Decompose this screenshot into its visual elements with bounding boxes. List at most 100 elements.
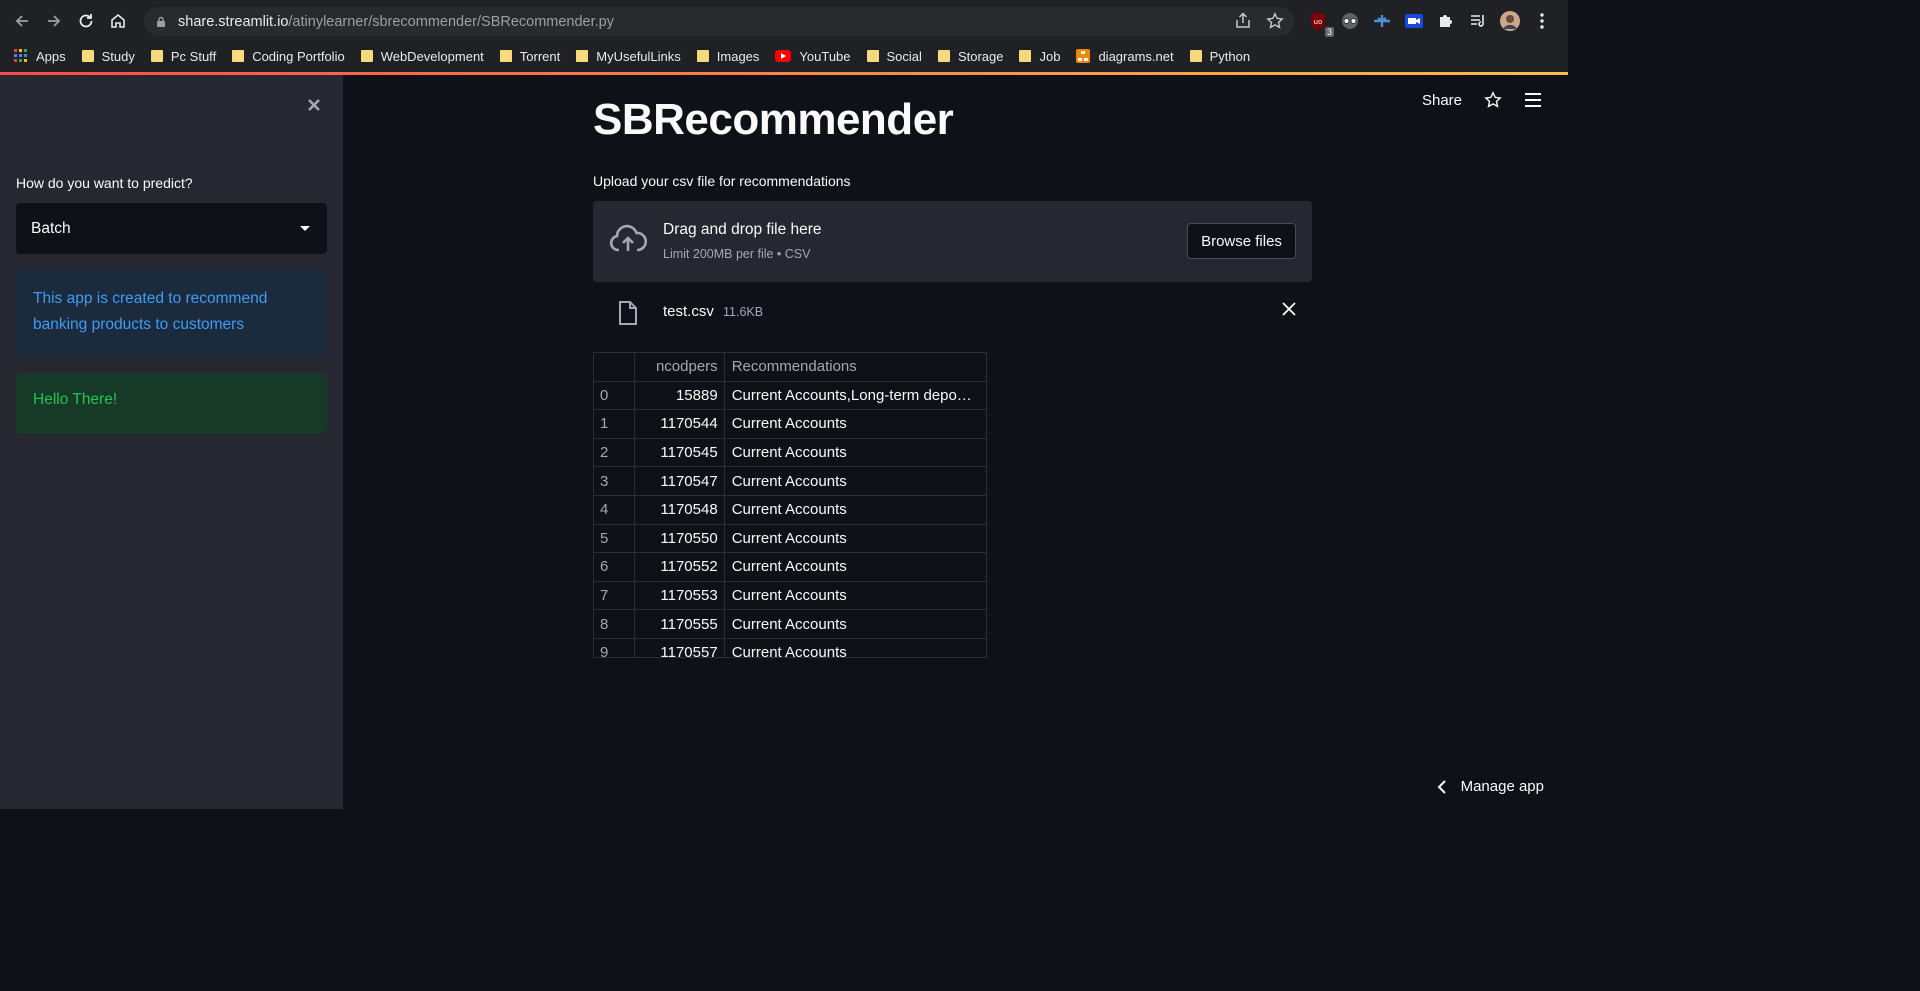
bookmark-label: YouTube	[799, 48, 851, 64]
recommendations-cell: Current Accounts	[731, 644, 847, 658]
bookmark-label: Coding Portfolio	[252, 48, 345, 64]
ncodpers-cell: 1170550	[635, 524, 725, 553]
bookmark-item[interactable]: Job	[1019, 49, 1060, 64]
bookmark-item[interactable]: Coding Portfolio	[232, 49, 345, 64]
table-row[interactable]: 4 1170548 Current Accounts	[594, 495, 986, 525]
ncodpers-cell: 1170547	[635, 467, 725, 495]
apps-grid-icon	[14, 49, 28, 63]
bookmark-label: MyUsefulLinks	[596, 48, 681, 64]
manage-app-button[interactable]: Manage app	[1437, 778, 1544, 795]
table-row[interactable]: 7 1170553 Current Accounts	[594, 581, 986, 611]
folder-icon	[81, 50, 94, 62]
table-header-cell[interactable]: ncodpers	[635, 353, 725, 381]
bookmark-item[interactable]: Study	[81, 49, 135, 64]
bookmark-label: diagrams.net	[1098, 48, 1174, 64]
table-row[interactable]: 8 1170555 Current Accounts	[594, 610, 986, 639]
uploaded-file-name: test.csv	[663, 303, 714, 320]
browser-menu-button[interactable]	[1530, 9, 1554, 33]
forward-button[interactable]	[38, 5, 70, 37]
kebab-menu-icon	[1540, 13, 1544, 29]
share-page-icon[interactable]	[1234, 12, 1252, 30]
recommendations-cell: Current Accounts	[731, 415, 847, 433]
sidebar: How do you want to predict? Batch This a…	[0, 75, 343, 809]
forward-arrow-icon	[48, 15, 61, 27]
row-index-cell: 2	[594, 438, 635, 467]
reading-list-button[interactable]	[1466, 9, 1490, 33]
share-button[interactable]: Share	[1422, 92, 1462, 109]
recommendations-table[interactable]: ncodpers Recommendations 0 15889 Current Acc…	[593, 352, 987, 658]
diagrams-icon	[1076, 49, 1091, 63]
bookmark-label: Pc Stuff	[170, 48, 217, 64]
table-header-cell[interactable]	[594, 353, 635, 381]
home-button[interactable]	[102, 5, 134, 37]
bookmark-item[interactable]: Apps	[14, 49, 66, 64]
bookmark-item[interactable]: Torrent	[499, 48, 561, 64]
bookmark-item[interactable]: MyUsefulLinks	[576, 49, 681, 64]
recommendations-cell: Current Accounts	[731, 615, 847, 633]
bookmark-item[interactable]: WebDevelopment	[360, 49, 484, 64]
avatar-icon	[1500, 11, 1520, 31]
bookmark-item[interactable]: diagrams.net	[1076, 48, 1174, 64]
bookmark-item[interactable]: Storage	[937, 48, 1004, 64]
home-icon	[111, 13, 125, 28]
bookmark-item[interactable]: Python	[1189, 49, 1250, 64]
uploaded-file-size: 11.6KB	[723, 305, 764, 319]
bookmark-item[interactable]: YouTube	[775, 48, 851, 64]
ublock-extension[interactable]: uo 3	[1306, 9, 1334, 37]
ncodpers-cell: 1170555	[635, 610, 725, 638]
bookmark-item[interactable]: Pc Stuff	[150, 48, 217, 64]
glasses-extension[interactable]	[1338, 9, 1362, 33]
row-index-cell: 7	[594, 581, 635, 610]
ncodpers-cell: 15889	[635, 381, 725, 410]
back-button[interactable]	[6, 5, 38, 37]
table-row[interactable]: 9 1170557 Current Accounts	[594, 638, 986, 658]
bookmark-label: Storage	[957, 48, 1004, 64]
bookmark-item[interactable]: Images	[696, 49, 759, 64]
folder-icon	[696, 50, 709, 62]
browse-files-button[interactable]: Browse files	[1187, 223, 1296, 259]
cloud-upload-icon	[609, 224, 647, 254]
recommendations-cell: Current Accounts	[731, 558, 847, 576]
file-dropzone[interactable]: Drag and drop file here Limit 200MB per …	[593, 201, 1312, 282]
reload-button[interactable]	[70, 5, 102, 37]
bookmarks-bar: Apps Study Pc Stuff Coding Portfolio WebDeve…	[0, 42, 1568, 70]
folder-icon	[1019, 50, 1032, 62]
ncodpers-cell: 1170548	[635, 495, 725, 524]
table-row[interactable]: 5 1170550 Current Accounts	[594, 524, 986, 554]
row-index-cell: 4	[594, 495, 635, 524]
recommendations-cell: Current Accounts	[731, 444, 847, 462]
bookmark-item[interactable]: Social	[866, 49, 922, 64]
bookmark-label: Apps	[36, 48, 66, 64]
table-row[interactable]: 3 1170547 Current Accounts	[594, 467, 986, 496]
chevron-left-icon	[1437, 779, 1446, 794]
remove-file-button[interactable]	[1282, 302, 1296, 316]
table-row[interactable]: 1 1170544 Current Accounts	[594, 410, 986, 439]
table-row[interactable]: 0 15889 Current Accounts,Long-term depo…	[594, 381, 986, 411]
vpn-extension[interactable]	[1370, 9, 1394, 33]
folder-icon	[1189, 50, 1202, 62]
close-sidebar-button[interactable]	[302, 93, 326, 117]
extensions-button[interactable]	[1434, 9, 1458, 33]
star-icon[interactable]	[1484, 91, 1502, 109]
recommendations-cell: Current Accounts	[731, 587, 847, 605]
dropzone-limit-text: Limit 200MB per file • CSV	[663, 247, 811, 261]
hamburger-menu-icon[interactable]	[1524, 92, 1542, 108]
reload-icon	[79, 14, 93, 28]
row-index-cell: 6	[594, 553, 635, 581]
table-header-cell[interactable]: Recommendations	[725, 353, 986, 381]
plane-icon	[1374, 15, 1390, 27]
bookmark-label: Torrent	[519, 48, 561, 64]
main-content: Share SBRecommender Upload your csv file…	[343, 75, 1568, 809]
bookmark-star-icon[interactable]	[1266, 12, 1284, 30]
video-extension[interactable]	[1402, 9, 1426, 33]
recommendations-cell: Current Accounts	[731, 529, 847, 547]
puzzle-icon	[1440, 15, 1452, 27]
address-bar[interactable]: share.streamlit.io/atinylearner/sbrecomm…	[144, 7, 1294, 36]
page-title: SBRecommender	[593, 95, 954, 144]
close-icon	[308, 99, 320, 111]
ncodpers-cell: 1170544	[635, 410, 725, 438]
table-row[interactable]: 2 1170545 Current Accounts	[594, 438, 986, 468]
profile-avatar[interactable]	[1498, 9, 1522, 33]
predict-mode-select[interactable]: Batch	[16, 203, 327, 254]
table-row[interactable]: 6 1170552 Current Accounts	[594, 553, 986, 582]
